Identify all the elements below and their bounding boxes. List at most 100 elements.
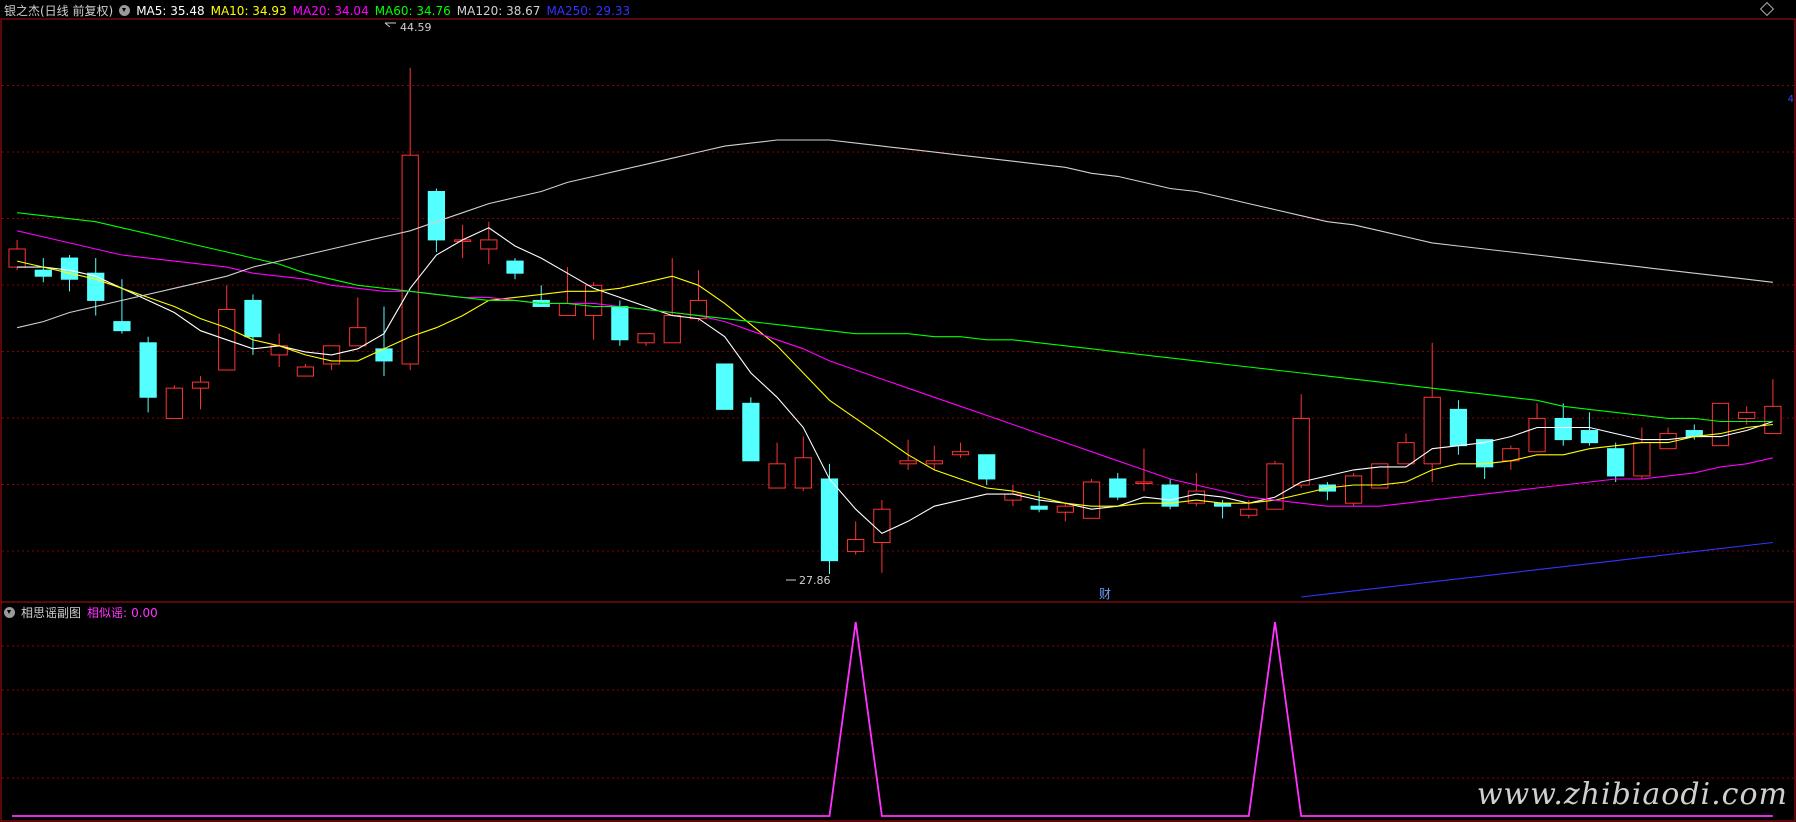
candle-body [296, 366, 314, 377]
low-annotation: 27.86 [786, 574, 831, 587]
candle-body [847, 538, 865, 553]
dropdown-icon[interactable] [4, 607, 15, 618]
candle-body [611, 305, 629, 341]
candle [8, 239, 26, 271]
candle-body [349, 327, 367, 347]
candle [322, 345, 341, 371]
candle [1266, 460, 1284, 510]
candle-body [716, 363, 734, 410]
candle [1292, 394, 1310, 489]
candle-body [1187, 490, 1205, 504]
candle [663, 258, 681, 344]
candle [637, 333, 655, 346]
candle [1082, 478, 1101, 519]
candle-body [742, 402, 760, 462]
candle-body [1082, 481, 1101, 519]
candle-body [558, 302, 577, 317]
candle [742, 397, 760, 462]
series-ma5 [17, 227, 1774, 535]
high-annotation: 44.59 [384, 21, 432, 34]
ma-legend-ma250: MA250: 29.33 [546, 3, 631, 18]
candle [1397, 433, 1415, 465]
candle [375, 306, 393, 377]
candle [847, 521, 865, 555]
candle-body [1344, 475, 1363, 504]
candle [716, 363, 734, 410]
main-title: 银之杰(日线 前复权) [4, 4, 114, 18]
candle [1633, 427, 1651, 479]
series-ma120 [16, 139, 1773, 329]
candle-body [1607, 448, 1625, 477]
main-grid [2, 85, 1794, 552]
candle [165, 385, 183, 419]
candle-body [768, 463, 786, 489]
candle-body [1449, 408, 1468, 447]
main-panel-border [0, 18, 1796, 603]
ma-legend-ma5: MA5: 35.48 [136, 3, 205, 18]
finance-marker[interactable]: 财 [1099, 587, 1111, 601]
candle [1607, 442, 1625, 482]
ma-legend: MA5: 35.48 MA10: 34.93 MA20: 34.04 MA60: 34… [136, 4, 630, 18]
candle-body [1109, 478, 1127, 498]
candle [768, 442, 786, 489]
candle [453, 224, 472, 259]
candle-body [191, 381, 210, 389]
candle-body [113, 321, 131, 332]
dropdown-icon[interactable] [119, 5, 131, 16]
candle [401, 67, 419, 371]
candle-body [1580, 430, 1599, 444]
candle-body [480, 239, 498, 250]
candle [820, 463, 839, 574]
candle [506, 258, 524, 280]
candle-body [401, 154, 419, 365]
candle-body [1633, 442, 1651, 477]
candle [1554, 403, 1572, 446]
ma-lines [16, 139, 1774, 598]
candle [1030, 491, 1048, 513]
candle [1056, 503, 1074, 522]
candle-body [1056, 505, 1074, 513]
ma-legend-ma20: MA20: 34.04 [292, 3, 369, 18]
candle-body [1764, 405, 1782, 435]
candle-body [663, 315, 681, 344]
series-ma20 [16, 230, 1774, 507]
candle-body [506, 260, 524, 274]
candle-body [427, 190, 446, 241]
candle-body [1266, 463, 1284, 510]
sub-title: 相思谣副图 [21, 606, 82, 620]
indicator-label: 相似谣: [87, 606, 128, 620]
candle [1711, 402, 1730, 447]
candle [1659, 427, 1677, 450]
candle-body [87, 272, 105, 301]
candle [244, 294, 262, 355]
candle [1344, 472, 1363, 507]
candle [951, 442, 970, 458]
candle-body [1528, 417, 1546, 453]
candle [296, 363, 314, 377]
candle [1318, 481, 1337, 501]
candle-body [8, 248, 26, 268]
candle [1476, 439, 1494, 479]
candle-body [1397, 442, 1415, 465]
candle [113, 279, 131, 334]
main-legend: 银之杰(日线 前复权) MA5: 35.48 MA10: 34.93 MA20: 3… [4, 2, 630, 19]
candle [191, 376, 210, 410]
candle-body [978, 454, 996, 480]
candle-body [1554, 417, 1572, 441]
candle [1423, 342, 1441, 482]
sub-grid [2, 645, 1794, 779]
candle [270, 333, 288, 367]
series-ma60 [17, 212, 1773, 423]
indicator-value: 0.00 [131, 605, 158, 620]
candle [689, 270, 708, 322]
candle-body [1030, 505, 1048, 510]
candle [1502, 445, 1520, 470]
ma-legend-ma60: MA60: 34.76 [374, 3, 451, 18]
candle-body [1292, 417, 1310, 486]
candle [34, 258, 52, 283]
candles [8, 67, 1782, 574]
candle-body [925, 460, 943, 465]
sub-legend: 相思谣副图 相似谣: 0.00 [4, 604, 158, 621]
candle-body [794, 457, 812, 489]
candle-body [1135, 481, 1153, 484]
